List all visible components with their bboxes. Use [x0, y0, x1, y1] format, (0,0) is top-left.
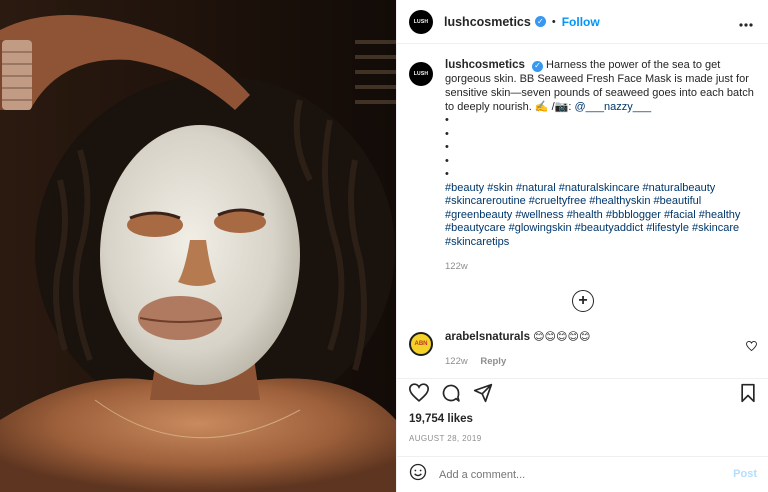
bookmark-icon[interactable] [739, 383, 757, 408]
post-photo[interactable] [0, 0, 396, 492]
bullet: • [445, 154, 449, 167]
verified-badge-icon: ✓ [534, 16, 546, 27]
comment-timestamp[interactable]: 122w [445, 356, 468, 367]
add-comment-input[interactable] [439, 468, 709, 481]
caption-username[interactable]: lushcosmetics [445, 59, 525, 71]
likes-count[interactable]: 19,754 likes [409, 413, 473, 425]
comment-body: 😊😊😊😊😊 [533, 331, 591, 343]
bullet: • [445, 141, 449, 153]
header-separator: • [551, 15, 556, 28]
bullet: • [445, 127, 449, 140]
comment-meta: 122w Reply [445, 356, 759, 367]
caption-timestamp[interactable]: 122w [445, 261, 759, 272]
verified-badge-icon: ✓ [531, 60, 543, 72]
share-send-icon[interactable] [473, 383, 493, 408]
post-date[interactable]: AUGUST 28, 2019 [409, 434, 482, 443]
comment-text: arabelsnaturals 😊😊😊😊😊 [445, 330, 759, 344]
comment-item: ABN arabelsnaturals 😊😊😊😊😊 122w Reply [409, 330, 759, 367]
emoji-smiley-icon[interactable] [409, 463, 427, 486]
follow-button[interactable]: Follow [562, 15, 600, 29]
comment-bubble-icon[interactable] [441, 383, 461, 408]
bullet: • [445, 114, 449, 126]
reply-button[interactable]: Reply [480, 356, 506, 367]
post-caption: LUSH lushcosmetics ✓ Harness the power o… [409, 58, 759, 272]
bullet: • [445, 168, 449, 180]
post-detail-panel: LUSH lushcosmetics ✓ • Follow LUSH lushc… [396, 0, 768, 492]
caption-mention[interactable]: @___nazzy___ [575, 101, 652, 113]
header-username[interactable]: lushcosmetics [444, 15, 531, 29]
profile-avatar[interactable]: LUSH [409, 9, 433, 34]
caption-hashtags[interactable]: #beauty #skin #natural #naturalskincare … [445, 182, 759, 250]
action-icons [408, 383, 493, 408]
add-comment-bar: Post [397, 456, 768, 492]
commenter-avatar[interactable]: ABN [409, 332, 433, 356]
plus-circle-icon[interactable]: + [572, 290, 594, 312]
post-comment-button[interactable]: Post [733, 468, 757, 480]
more-horizontal-icon[interactable] [739, 14, 753, 30]
caption-bullets: • • • • • [445, 114, 759, 182]
commenter-username[interactable]: arabelsnaturals [445, 331, 530, 343]
face-mask-photo [0, 0, 396, 492]
caption-body: lushcosmetics ✓ Harness the power of the… [445, 58, 759, 249]
caption-avatar[interactable]: LUSH [409, 62, 433, 86]
comment-like-heart-icon[interactable] [746, 338, 757, 356]
post-header: LUSH lushcosmetics ✓ • Follow [397, 0, 768, 44]
like-heart-icon[interactable] [408, 383, 430, 408]
